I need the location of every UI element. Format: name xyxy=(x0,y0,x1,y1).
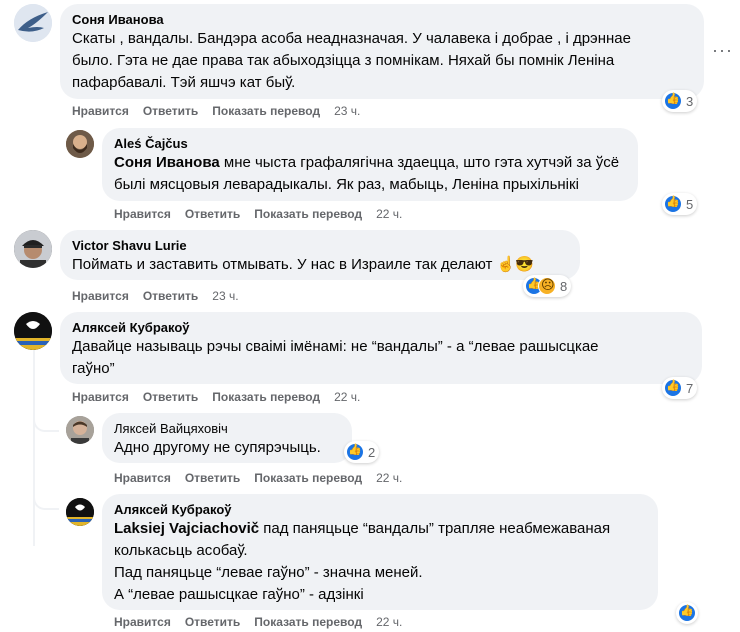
comment-actions: Нравится Ответить 23 ч. xyxy=(72,288,239,304)
like-icon xyxy=(678,604,696,622)
comment-line: А “левае рашысцкае гаўно” - адзінкі xyxy=(114,586,364,603)
comment-line: Laksiej Vajciachovič пад паняцьце “ванда… xyxy=(114,518,646,540)
reply-button[interactable]: Ответить xyxy=(143,390,198,404)
comment-author[interactable]: Victor Shavu Lurie xyxy=(72,238,568,254)
avatar[interactable] xyxy=(66,130,94,158)
translate-button[interactable]: Показать перевод xyxy=(254,207,362,221)
comment-actions: Нравится Ответить Показать перевод 22 ч. xyxy=(114,470,402,486)
comment-time[interactable]: 22 ч. xyxy=(376,615,402,629)
avatar[interactable] xyxy=(14,312,52,350)
comment-bubble: Aleś Čajčus Соня Иванова мне чыста графа… xyxy=(102,128,638,201)
reaction-count: 7 xyxy=(686,380,694,396)
comment-author[interactable]: Соня Иванова xyxy=(72,12,692,28)
like-button[interactable]: Нравится xyxy=(114,207,171,221)
like-button[interactable]: Нравится xyxy=(114,615,171,629)
like-icon xyxy=(664,379,682,397)
comment-line: Соня Иванова мне чыста графалягічна здае… xyxy=(114,152,626,174)
mention-link[interactable]: Laksiej Vajciachovič xyxy=(114,520,259,537)
comment-line-text: мне чыста графалягічна здаецца, што гэта… xyxy=(219,154,620,171)
avatar[interactable] xyxy=(14,4,52,42)
like-button[interactable]: Нравится xyxy=(72,289,129,303)
comment-text: Скаты , вандалы. Бандэра асоба неадназна… xyxy=(72,28,692,94)
like-icon xyxy=(346,443,364,461)
thread-line xyxy=(33,44,35,344)
reply-button[interactable]: Ответить xyxy=(185,471,240,485)
bearded-man-avatar-icon xyxy=(66,130,94,158)
comment-bubble: Ляксей Вайцяховіч Адно другому не супярэ… xyxy=(102,413,352,463)
comment-actions: Нравится Ответить Показать перевод 22 ч. xyxy=(114,206,402,222)
like-button[interactable]: Нравится xyxy=(72,390,129,404)
comment-author[interactable]: Ляксей Вайцяховіч xyxy=(114,421,340,437)
comment-line: Скаты , вандалы. Бандэра асоба неадназна… xyxy=(72,30,631,47)
avatar[interactable] xyxy=(14,230,52,268)
comment-line: гаўно” xyxy=(72,360,115,377)
translate-button[interactable]: Показать перевод xyxy=(212,104,320,118)
comment-actions: Нравится Ответить Показать перевод 23 ч. xyxy=(72,103,360,119)
comment-time[interactable]: 22 ч. xyxy=(334,390,360,404)
avatar[interactable] xyxy=(66,416,94,444)
reaction-count: 5 xyxy=(686,196,694,212)
reaction-summary[interactable] xyxy=(676,602,698,624)
comment-actions: Нравится Ответить Показать перевод 22 ч. xyxy=(114,614,402,630)
comment-line: Поймать и заставить отмывать. У нас в Из… xyxy=(72,256,534,273)
logo-avatar-icon xyxy=(14,312,52,350)
like-button[interactable]: Нравится xyxy=(114,471,171,485)
comment-text: Поймать и заставить отмывать. У нас в Из… xyxy=(72,254,568,276)
comment-time[interactable]: 22 ч. xyxy=(376,471,402,485)
comment-author[interactable]: Аляксей Кубракоў xyxy=(72,320,690,336)
avatar[interactable] xyxy=(66,498,94,526)
comment-line: пафарбавалі. Тэй яшчэ кат быў. xyxy=(72,74,296,91)
thread-connector xyxy=(33,380,59,432)
reaction-count: 8 xyxy=(560,278,568,294)
thread-connector xyxy=(33,450,59,510)
reaction-summary[interactable]: 7 xyxy=(662,377,698,399)
comment-text: Давайце называць рэчы сваімі імёнамі: не… xyxy=(72,336,690,380)
man-avatar-icon xyxy=(66,416,94,444)
like-button[interactable]: Нравится xyxy=(72,104,129,118)
like-icon xyxy=(664,195,682,213)
comment-line: Давайце называць рэчы сваімі імёнамі: не… xyxy=(72,338,599,355)
reply-button[interactable]: Ответить xyxy=(143,104,198,118)
translate-button[interactable]: Показать перевод xyxy=(254,615,362,629)
comment-bubble: Victor Shavu Lurie Поймать и заставить о… xyxy=(60,230,580,280)
comment-text: Соня Иванова мне чыста графалягічна здае… xyxy=(114,152,626,196)
comment-text: Laksiej Vajciachovič пад паняцьце “ванда… xyxy=(114,518,646,606)
comment-line: колькасьць асобаў. xyxy=(114,542,248,559)
comment-line-text: пад паняцьце “вандалы” трапляе неабмежав… xyxy=(259,520,611,537)
reaction-count: 3 xyxy=(686,93,694,109)
comment-actions: Нравится Ответить Показать перевод 22 ч. xyxy=(72,389,360,405)
comment-author[interactable]: Aleś Čajčus xyxy=(114,136,626,152)
comment-line: Пад паняцьце “левае гаўно” - значна мене… xyxy=(114,564,423,581)
reaction-count: 2 xyxy=(368,444,376,460)
comment-bubble: Соня Иванова Скаты , вандалы. Бандэра ас… xyxy=(60,4,704,99)
cap-man-avatar-icon xyxy=(14,230,52,268)
reply-button[interactable]: Ответить xyxy=(185,615,240,629)
reaction-summary[interactable]: 8 xyxy=(523,275,572,297)
reaction-summary[interactable]: 2 xyxy=(344,441,380,463)
comment-line: было. Гэта не дае права так абыходзіцца … xyxy=(72,52,615,69)
sad-icon xyxy=(538,277,556,295)
comment-text: Адно другому не супярэчыць. xyxy=(114,437,340,459)
comment-bubble: Аляксей Кубракоў Laksiej Vajciachovič па… xyxy=(102,494,658,610)
comment-line: Адно другому не супярэчыць. xyxy=(114,439,321,456)
like-icon xyxy=(664,92,682,110)
comment-time[interactable]: 22 ч. xyxy=(376,207,402,221)
reaction-summary[interactable]: 5 xyxy=(662,193,698,215)
reply-button[interactable]: Ответить xyxy=(185,207,240,221)
mention-link[interactable]: Соня Иванова xyxy=(114,154,220,171)
thread-line xyxy=(33,346,35,546)
comment-line: былі мясцовыя левaрадыкалы. Як раз, мабы… xyxy=(114,176,579,193)
comment-bubble: Аляксей Кубракоў Давайце называць рэчы с… xyxy=(60,312,702,384)
more-options-icon[interactable]: ··· xyxy=(712,40,733,61)
translate-button[interactable]: Показать перевод xyxy=(254,471,362,485)
comment-author[interactable]: Аляксей Кубракоў xyxy=(114,502,646,518)
logo-avatar-icon xyxy=(66,498,94,526)
reply-button[interactable]: Ответить xyxy=(143,289,198,303)
comment-time[interactable]: 23 ч. xyxy=(212,289,238,303)
translate-button[interactable]: Показать перевод xyxy=(212,390,320,404)
reaction-summary[interactable]: 3 xyxy=(662,90,698,112)
bird-avatar-icon xyxy=(14,4,52,42)
comment-time[interactable]: 23 ч. xyxy=(334,104,360,118)
